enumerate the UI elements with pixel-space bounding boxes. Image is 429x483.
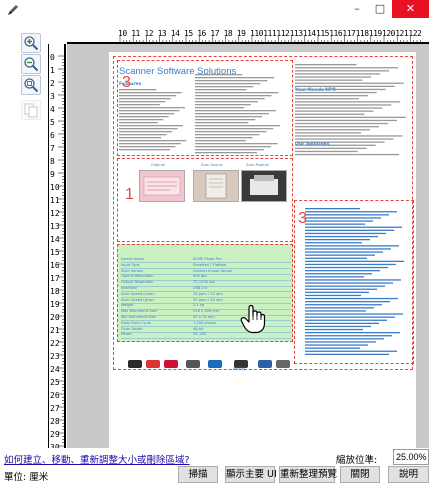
ruler-number: 15 bbox=[50, 248, 60, 257]
ruler-number: 0 bbox=[50, 53, 55, 62]
ruler-number: 13 bbox=[50, 222, 60, 231]
unit-label: 單位: 厘米 bbox=[4, 472, 49, 483]
ruler-number: 24 bbox=[50, 365, 60, 374]
minimize-button[interactable]: – bbox=[346, 0, 368, 18]
ruler-number: 12 bbox=[144, 29, 154, 38]
ruler-number: 26 bbox=[50, 391, 60, 400]
zoom-level-input[interactable]: 25.00% bbox=[393, 449, 429, 465]
logo-6: Ability bbox=[233, 358, 249, 371]
logo-2 bbox=[145, 358, 161, 370]
ruler-number: 118 bbox=[355, 29, 369, 38]
main-window: – □ ✕ 10 11 12 13 14 15 16 17 18 19 110 … bbox=[0, 0, 429, 483]
ruler-number: 18 bbox=[223, 29, 233, 38]
ruler-number: 111 bbox=[263, 29, 277, 38]
scan-button[interactable]: 掃描 bbox=[178, 466, 218, 483]
zoom-in-button[interactable] bbox=[21, 33, 41, 53]
logo-5 bbox=[207, 358, 223, 370]
ruler-number: 112 bbox=[276, 29, 290, 38]
ruler-number: 29 bbox=[50, 430, 60, 439]
close-dialog-button[interactable]: 關閉 bbox=[340, 466, 380, 483]
maximize-button[interactable]: □ bbox=[369, 0, 391, 18]
ruler-number: 17 bbox=[210, 29, 220, 38]
horizontal-ruler: 10 11 12 13 14 15 16 17 18 19 110 111 112 113 114 115 11… bbox=[67, 28, 429, 44]
ruler-number: 120 bbox=[382, 29, 395, 38]
ruler-number: 9 bbox=[50, 170, 55, 179]
ruler-number: 17 bbox=[50, 274, 60, 283]
help-button[interactable]: 說明 bbox=[388, 466, 429, 483]
zoom-out-button[interactable] bbox=[21, 54, 41, 74]
zoom-fit-button[interactable] bbox=[21, 75, 41, 95]
ruler-number: 7 bbox=[50, 144, 55, 153]
zoom-label: 縮放位準: bbox=[336, 455, 378, 466]
logo-3 bbox=[163, 358, 179, 370]
show-main-ui-button[interactable]: 顯示主要 UI bbox=[225, 466, 277, 483]
zoom-fit-icon bbox=[24, 78, 39, 93]
ruler-number: 117 bbox=[342, 29, 356, 38]
ruler-number: 121 bbox=[395, 29, 409, 38]
ruler-number: 4 bbox=[50, 105, 55, 114]
copy-icon bbox=[24, 103, 38, 118]
ruler-number: 14 bbox=[50, 235, 60, 244]
zoom-in-icon bbox=[24, 36, 39, 51]
logo-7 bbox=[257, 358, 273, 370]
ruler-number: 18 bbox=[50, 287, 60, 296]
ruler-number: 3 bbox=[50, 92, 55, 101]
ruler-number: 25 bbox=[50, 378, 60, 387]
copy-region-button[interactable] bbox=[21, 100, 41, 120]
zoom-out-icon bbox=[24, 57, 39, 72]
ruler-number: 10 bbox=[50, 183, 60, 192]
refresh-preview-button[interactable]: 重新整理預覽 bbox=[279, 466, 337, 483]
ruler-number: 10 bbox=[118, 29, 127, 38]
ruler-number: 122 bbox=[408, 29, 422, 38]
ruler-number: 14 bbox=[170, 29, 180, 38]
ruler-number: 116 bbox=[329, 29, 343, 38]
ruler-number: 12 bbox=[50, 209, 60, 218]
ruler-number: 23 bbox=[50, 352, 60, 361]
ruler-number: 16 bbox=[50, 261, 60, 270]
ruler-number: 19 bbox=[50, 300, 60, 309]
vertical-ruler: 0 1 2 3 4 5 6 7 8 9 10 11 12 13 14 15 16 17 18 19 20 21 22 23 24… bbox=[48, 44, 66, 448]
ruler-number: 2 bbox=[50, 79, 55, 88]
ruler-number: 110 bbox=[250, 29, 263, 38]
logo-1 bbox=[127, 358, 143, 370]
ruler-number: 11 bbox=[131, 29, 140, 38]
ruler-number: 113 bbox=[289, 29, 303, 38]
help-link[interactable]: 如何建立、移動、重新調整大小或刪除區域? bbox=[4, 452, 190, 466]
pen-icon bbox=[8, 5, 18, 15]
ruler-number: 6 bbox=[50, 131, 55, 140]
ruler-number: 5 bbox=[50, 118, 55, 127]
logo-4 bbox=[185, 358, 201, 370]
preview-canvas[interactable]: Scanner Software Solutions Features Your… bbox=[67, 44, 429, 448]
ruler-number: 15 bbox=[184, 29, 193, 38]
close-button[interactable]: ✕ bbox=[392, 0, 429, 18]
ruler-number: 119 bbox=[368, 29, 382, 38]
scan-region-page[interactable] bbox=[113, 56, 413, 370]
preview-page: Scanner Software Solutions Features Your… bbox=[109, 52, 416, 448]
ruler-number: 115 bbox=[316, 29, 329, 38]
ruler-number: 28 bbox=[50, 417, 60, 426]
ruler-number: 16 bbox=[197, 29, 206, 38]
ruler-number: 13 bbox=[157, 29, 167, 38]
logo-8 bbox=[275, 358, 291, 370]
ruler-number: 20 bbox=[50, 313, 60, 322]
ruler-number: 114 bbox=[302, 29, 316, 38]
ruler-number: 1 bbox=[50, 66, 55, 75]
title-bar: – □ ✕ bbox=[0, 0, 429, 20]
ruler-number: 22 bbox=[50, 339, 60, 348]
ruler-number: 11 bbox=[50, 196, 60, 205]
ruler-number: 8 bbox=[50, 157, 55, 166]
ruler-number: 21 bbox=[50, 326, 60, 335]
ruler-number: 19 bbox=[236, 29, 246, 38]
ruler-number: 27 bbox=[50, 404, 60, 413]
ruler-number: 30 bbox=[50, 443, 60, 448]
